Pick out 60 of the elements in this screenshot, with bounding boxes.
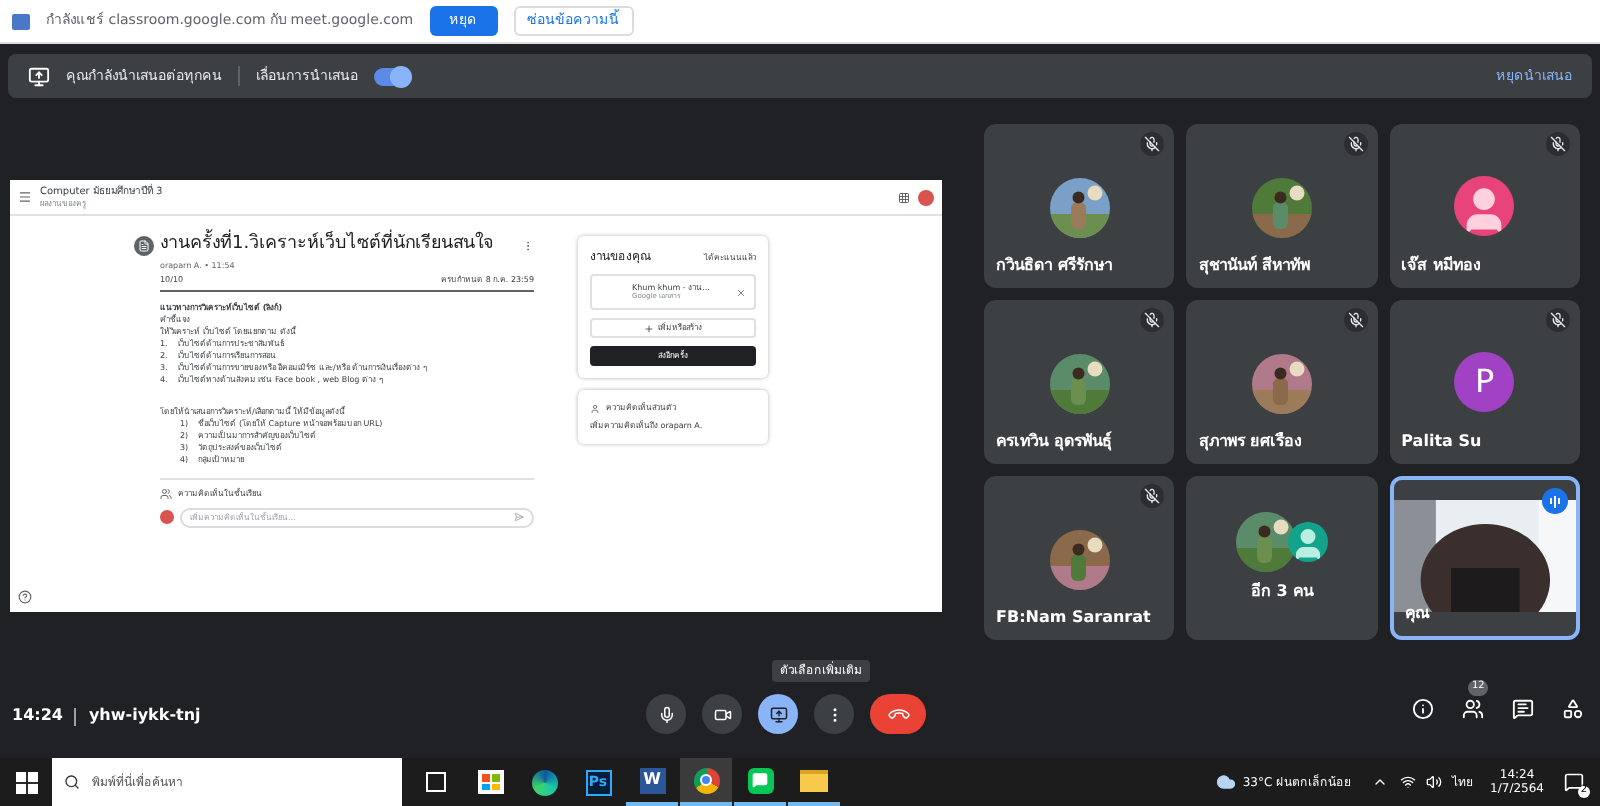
assignment-icon <box>134 235 154 256</box>
microphone-button[interactable] <box>646 694 686 734</box>
person-icon <box>590 403 600 413</box>
participant-name: สุชานันท์ สีหาทัพ <box>1198 254 1311 278</box>
windows-start-icon[interactable] <box>15 771 37 793</box>
user-avatar-icon <box>160 510 174 524</box>
participant-tile[interactable]: ครเทวิน อุดรพันธุ์ <box>984 300 1175 464</box>
end-call-button[interactable] <box>870 694 926 734</box>
present-screen-icon <box>769 705 787 723</box>
chat-icon[interactable] <box>1512 698 1534 720</box>
store-bag-icon[interactable] <box>477 770 503 794</box>
browser-wave-icon[interactable] <box>531 769 557 795</box>
participant-tile[interactable]: FB:Nam Saranrat <box>984 476 1175 640</box>
app-logo-icon[interactable]: W <box>639 767 665 793</box>
toggle-switch[interactable] <box>374 67 410 85</box>
participant-name: ครเทวิน อุดรพันธุ์ <box>996 430 1112 454</box>
chevron-up-icon[interactable] <box>1372 774 1389 790</box>
participant-name: FB:Nam Saranrat <box>996 606 1151 630</box>
more-options-button[interactable] <box>814 694 854 734</box>
info-icon[interactable] <box>1412 698 1434 720</box>
task-view-icon[interactable] <box>426 772 446 792</box>
network-icon[interactable] <box>1400 774 1417 790</box>
meeting-time: 14:24 <box>12 704 63 728</box>
camera-icon <box>713 705 731 723</box>
weather-cloud-icon <box>1216 772 1237 792</box>
folder-icon[interactable] <box>800 769 828 791</box>
people-icon <box>160 487 172 499</box>
participant-tile[interactable]: คุณ <box>1389 476 1580 640</box>
avatar-icon <box>1287 522 1328 562</box>
assignment-title: งานครั้งที่1.วิเคราะห์เว็บไซต์ที่นักเรียนสนใจ <box>160 232 494 259</box>
people-icon[interactable] <box>1462 698 1484 720</box>
menu-icon[interactable] <box>18 190 32 204</box>
share-icon <box>12 13 30 29</box>
participant-name: Palita Su <box>1401 430 1482 454</box>
camera-button[interactable] <box>702 694 742 734</box>
participant-tile[interactable]: เจ๊ส หมีทอง <box>1389 124 1580 288</box>
participant-tile[interactable]: สุภาพร ยศเรือง <box>1186 300 1378 464</box>
meeting-code: yhw-iykk-tnj <box>88 704 201 728</box>
notifications-icon[interactable] <box>1564 772 1584 792</box>
microphone-icon <box>657 705 675 723</box>
participant-tile[interactable]: กวินธิดา ศรีรักษา <box>984 124 1175 288</box>
participant-name: สุภาพร ยศเรือง <box>1198 430 1303 454</box>
present-icon <box>28 65 50 87</box>
participant-tile[interactable]: สุชานันท์ สีหาทัพ <box>1186 124 1378 288</box>
activities-icon[interactable] <box>1562 698 1584 720</box>
help-icon[interactable] <box>18 590 32 604</box>
plus-icon <box>644 323 654 333</box>
participant-name: คุณ <box>1405 602 1430 626</box>
participant-name: อีก 3 คน <box>1250 580 1314 604</box>
chat-app-icon[interactable] <box>747 767 773 793</box>
present-screen-button[interactable] <box>758 694 798 734</box>
participant-tile[interactable]: อีก 3 คน <box>1186 476 1378 640</box>
avatar-initial: P <box>1454 352 1515 412</box>
participant-name: กวินธิดา ศรีรักษา <box>996 254 1112 278</box>
participant-name: เจ๊ส หมีทอง <box>1401 254 1481 278</box>
search-icon <box>64 774 80 790</box>
participant-tile[interactable]: P Palita Su <box>1389 300 1580 464</box>
account-avatar-icon[interactable] <box>918 189 934 205</box>
apps-icon[interactable] <box>898 191 910 203</box>
volume-icon[interactable] <box>1426 774 1443 790</box>
